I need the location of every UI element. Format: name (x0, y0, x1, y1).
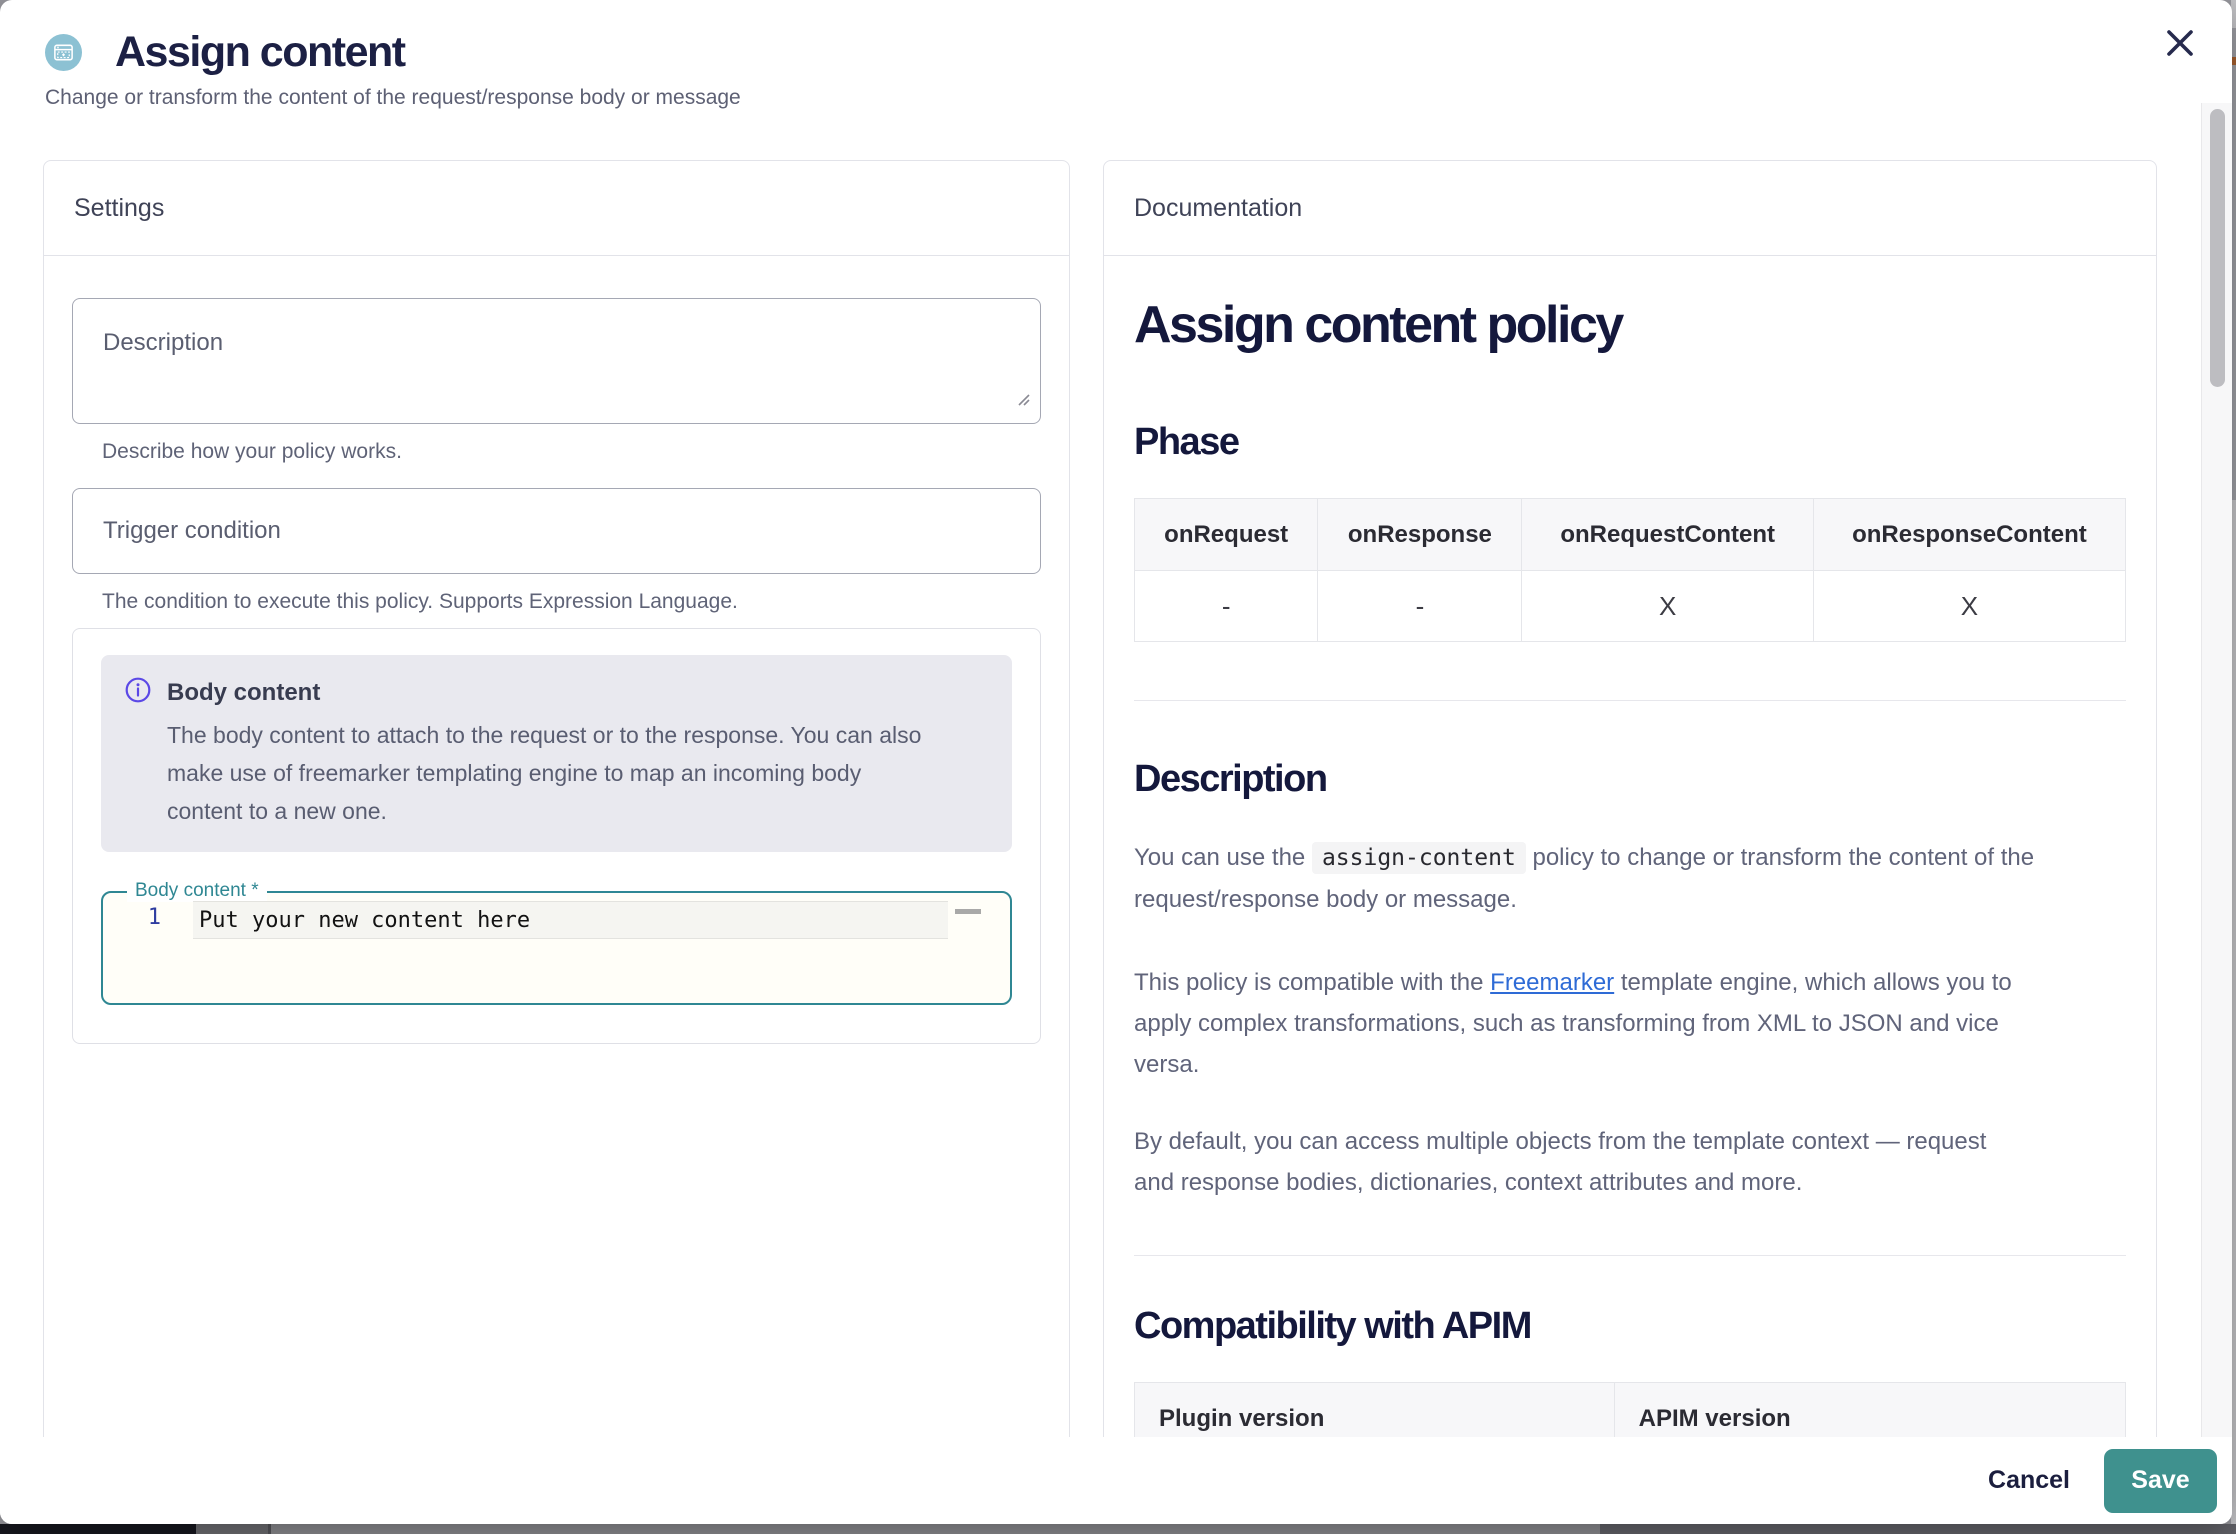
description-paragraph-3: By default, you can access multiple obje… (1134, 1121, 2126, 1203)
close-icon (2160, 51, 2200, 66)
body-content-info-box: Body content The body content to attach … (101, 655, 1012, 852)
close-button[interactable] (2158, 22, 2202, 66)
compat-col-plugin-version: Plugin version (1135, 1383, 1615, 1438)
editor-minimap[interactable] (955, 909, 981, 914)
phase-cell-onrequest: - (1135, 571, 1318, 642)
phase-heading: Phase (1134, 418, 2126, 466)
background-bottom-bar (0, 1524, 2236, 1534)
dialog-scroll-area: Settings Describe how your policy (0, 103, 2232, 1437)
freemarker-link[interactable]: Freemarker (1490, 969, 1614, 996)
dialog-header: Assign content Change or transform the c… (45, 28, 741, 111)
settings-panel: Settings Describe how your policy (43, 160, 1070, 1437)
assign-content-policy-icon (45, 34, 82, 71)
info-text: The body content to attach to the reques… (167, 716, 988, 830)
info-icon (125, 677, 151, 708)
documentation-panel-header: Documentation (1104, 161, 2156, 256)
phase-cell-onrequestcontent: X (1522, 571, 1813, 642)
resize-handle-icon[interactable] (1015, 391, 1031, 412)
doc-title: Assign content policy (1134, 294, 2126, 356)
description-heading: Description (1134, 755, 2126, 803)
compatibility-heading: Compatibility with APIM (1134, 1302, 2126, 1350)
dialog-scrollbar-thumb[interactable] (2210, 109, 2225, 387)
phase-col-onresponsecontent: onResponseContent (1813, 499, 2125, 571)
description-textarea[interactable] (72, 298, 1041, 424)
phase-table-row: - - X X (1135, 571, 2126, 642)
dialog-title: Assign content (115, 28, 405, 76)
editor-code-text: Put your new content here (193, 908, 530, 933)
screen: Assign content Change or transform the c… (0, 0, 2236, 1534)
editor-current-line[interactable]: Put your new content here (193, 901, 948, 939)
description-paragraph-2: This policy is compatible with the Freem… (1134, 962, 2126, 1085)
inline-code-chip: assign-content (1312, 842, 1526, 874)
divider (1134, 700, 2126, 701)
trigger-condition-input[interactable] (72, 488, 1041, 574)
compat-col-apim-version: APIM version (1614, 1383, 2125, 1438)
assign-content-dialog: Assign content Change or transform the c… (0, 0, 2232, 1524)
documentation-panel: Documentation Assign content policy Phas… (1103, 160, 2157, 1437)
body-content-editor[interactable]: Body content * 1 Put your new content he… (101, 891, 1012, 1005)
phase-cell-onresponse: - (1318, 571, 1522, 642)
description-paragraph-1: You can use the assign-content policy to… (1134, 837, 2126, 920)
phase-table: onRequest onResponse onRequestContent on… (1134, 498, 2126, 642)
editor-line-number: 1 (103, 905, 161, 930)
dialog-scrollbar-track[interactable] (2201, 103, 2232, 1437)
phase-col-onresponse: onResponse (1318, 499, 1522, 571)
save-button[interactable]: Save (2104, 1449, 2217, 1513)
dialog-footer: Cancel Save (0, 1437, 2232, 1524)
settings-panel-header: Settings (44, 161, 1069, 256)
info-title: Body content (167, 679, 320, 707)
trigger-condition-hint: The condition to execute this policy. Su… (102, 588, 1041, 616)
compatibility-table: Plugin version APIM version (1134, 1382, 2126, 1437)
body-content-group: Body content The body content to attach … (72, 628, 1041, 1044)
divider (1134, 1255, 2126, 1256)
phase-cell-onresponsecontent: X (1813, 571, 2125, 642)
phase-col-onrequestcontent: onRequestContent (1522, 499, 1813, 571)
phase-col-onrequest: onRequest (1135, 499, 1318, 571)
description-hint: Describe how your policy works. (102, 438, 1041, 466)
cancel-button[interactable]: Cancel (1956, 1449, 2102, 1513)
